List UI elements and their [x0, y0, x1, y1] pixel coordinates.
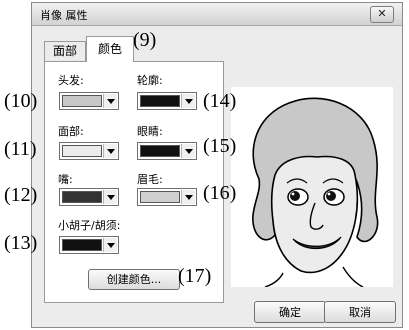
- outline-color-swatch: [140, 95, 180, 107]
- eyebrow-label: 眉毛:: [137, 173, 163, 186]
- chevron-down-icon[interactable]: [103, 190, 117, 204]
- close-icon: ✕: [377, 7, 387, 20]
- portrait-face-icon: [252, 97, 379, 288]
- callout-9: (9): [133, 29, 157, 51]
- callout-11: (11): [4, 138, 37, 160]
- close-button[interactable]: ✕: [370, 6, 394, 23]
- hair-color-swatch: [62, 95, 102, 107]
- mouth-label: 嘴:: [58, 173, 73, 186]
- face-color-combo[interactable]: [59, 142, 119, 160]
- hair-color-combo[interactable]: [59, 92, 119, 110]
- eyebrow-color-swatch: [140, 191, 180, 203]
- title-bar: 肖像 属性 ✕: [32, 3, 402, 26]
- chevron-down-icon[interactable]: [181, 94, 195, 108]
- callout-17: (17): [178, 265, 212, 287]
- beard-color-swatch: [62, 239, 102, 251]
- chevron-down-icon[interactable]: [181, 144, 195, 158]
- beard-color-combo[interactable]: [59, 236, 119, 254]
- callout-10: (10): [4, 90, 38, 112]
- eyebrow-color-combo[interactable]: [137, 188, 197, 206]
- cancel-button[interactable]: 取消: [324, 301, 396, 323]
- chevron-down-icon[interactable]: [103, 94, 117, 108]
- create-color-button[interactable]: 创建颜色...: [88, 269, 180, 290]
- callout-15: (15): [203, 135, 237, 157]
- chevron-down-icon[interactable]: [103, 238, 117, 252]
- callout-14: (14): [203, 90, 237, 112]
- beard-label: 小胡子/胡须:: [58, 219, 121, 232]
- hair-label: 头发:: [58, 74, 84, 87]
- dialog-title: 肖像 属性: [40, 9, 88, 22]
- callout-13: (13): [4, 232, 38, 254]
- chevron-down-icon[interactable]: [181, 190, 195, 204]
- eyes-color-swatch: [140, 145, 180, 157]
- mouth-color-combo[interactable]: [59, 188, 119, 206]
- portrait-preview: [231, 87, 393, 288]
- mouth-color-swatch: [62, 191, 102, 203]
- eyes-label: 眼睛:: [137, 125, 163, 138]
- callout-12: (12): [4, 184, 38, 206]
- callout-16: (16): [203, 182, 237, 204]
- portrait-properties-dialog: 肖像 属性 ✕ 面部 颜色 头发: 轮廓: 面部: 眼睛: 嘴: 眉毛: 小胡子…: [31, 2, 403, 328]
- chevron-down-icon[interactable]: [103, 144, 117, 158]
- outline-label: 轮廓:: [137, 74, 163, 87]
- outline-color-combo[interactable]: [137, 92, 197, 110]
- ok-button[interactable]: 确定: [254, 301, 326, 323]
- tab-face[interactable]: 面部: [44, 41, 86, 61]
- face-label: 面部:: [58, 125, 84, 138]
- tab-color[interactable]: 颜色: [86, 36, 134, 62]
- face-color-swatch: [62, 145, 102, 157]
- eyes-color-combo[interactable]: [137, 142, 197, 160]
